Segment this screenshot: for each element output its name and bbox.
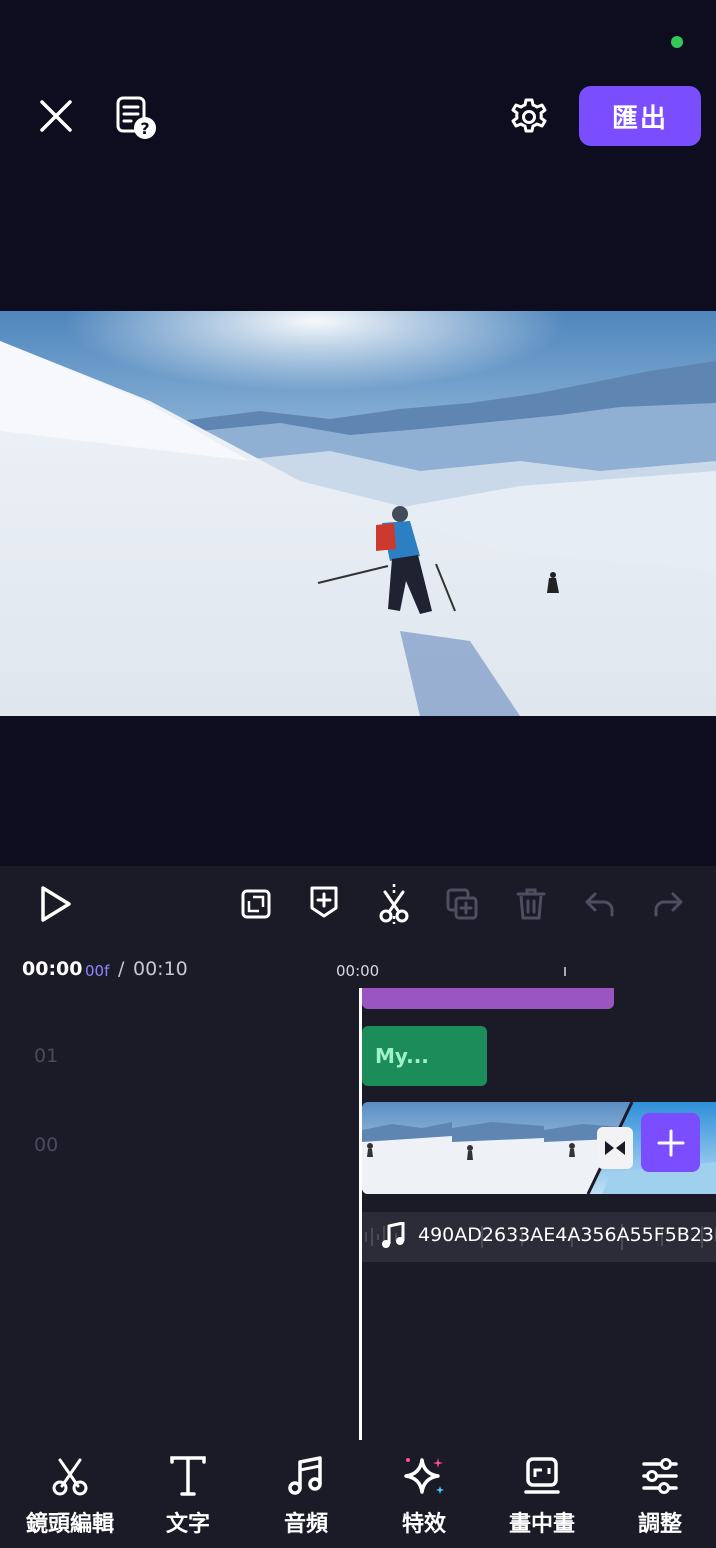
nav-adjust[interactable]: 調整 [605,1452,715,1542]
add-clip-button[interactable] [641,1113,700,1172]
nav-effects[interactable]: 特效 [369,1452,479,1542]
transition-icon [605,1141,625,1155]
music-note-icon [382,1221,405,1248]
video-frame-image [0,311,716,716]
nav-audio-label: 音頻 [283,1512,328,1537]
undo-icon [585,892,614,917]
scissors-icon [52,1458,88,1496]
close-icon [40,100,72,132]
music-icon [288,1456,322,1495]
music-note-button [380,1221,406,1254]
add-keyframe-icon [310,886,338,918]
track-number-00: 00 [34,1134,59,1156]
close-button[interactable] [32,92,80,140]
split-button[interactable] [370,880,418,928]
ruler-start-label: 00:00 [336,962,380,980]
duplicate-icon [446,888,478,920]
nav-clip-edit-label: 鏡頭編輯 [25,1512,114,1537]
split-icon [379,884,409,924]
nav-adjust-label: 調整 [637,1512,682,1537]
plus-icon [657,1129,684,1156]
playhead[interactable] [359,988,362,1440]
delete-icon [516,888,546,920]
sparkle-icon [404,1458,444,1494]
svg-text:?: ? [140,119,149,138]
current-frames: 00f [85,962,110,980]
current-time: 00:00 [22,958,83,980]
play-icon [41,886,71,922]
track-number-01: 01 [34,1045,59,1067]
help-doc-icon: ? [116,96,156,139]
total-time: 00:10 [133,958,188,980]
video-preview [0,311,716,716]
time-separator: / [118,958,125,980]
nav-text-label: 文字 [165,1512,210,1537]
audio-clip-name: 490AD2633AE4A356A55F5B23F [418,1224,716,1246]
undo-button[interactable] [576,880,624,928]
nav-pip-label: 畫中畫 [508,1512,575,1537]
help-doc-button[interactable]: ? [110,92,162,144]
add-keyframe-button[interactable] [300,878,348,926]
redo-icon [654,892,683,917]
gear-icon [511,98,547,133]
effect-clip[interactable] [362,988,614,1009]
thumb-2 [452,1102,544,1194]
text-icon [170,1456,206,1496]
nav-pip[interactable]: 畫中畫 [487,1452,597,1542]
delete-button[interactable] [507,880,555,928]
nav-text[interactable]: 文字 [133,1452,243,1542]
duplicate-button[interactable] [438,880,486,928]
nav-effects-label: 特效 [401,1512,446,1537]
settings-button[interactable] [504,92,554,142]
play-button[interactable] [30,880,78,928]
thumb-1 [362,1102,452,1194]
redo-button[interactable] [644,880,692,928]
crop-button[interactable] [232,880,280,928]
text-clip[interactable]: My... [362,1026,487,1086]
export-button[interactable]: 匯出 [579,86,701,146]
transition-button[interactable] [597,1127,633,1169]
pip-icon [524,1457,560,1494]
nav-clip-edit[interactable]: 鏡頭編輯 [15,1452,125,1542]
nav-audio[interactable]: 音頻 [251,1452,361,1542]
ruler-tick [564,967,566,976]
sliders-icon [642,1458,678,1494]
status-indicator [671,36,683,48]
crop-icon [241,889,271,919]
